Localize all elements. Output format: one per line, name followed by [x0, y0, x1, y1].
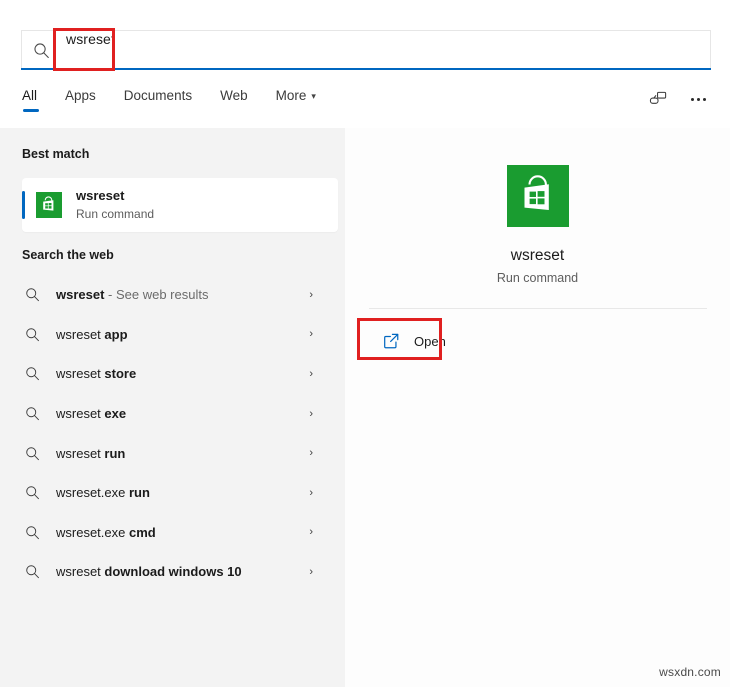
tab-web-label: Web [220, 88, 248, 103]
chevron-down-icon: ▾ [311, 91, 316, 102]
search-box-accent-underline [21, 68, 711, 70]
web-suggestion-item[interactable]: wsreset run› [0, 433, 345, 473]
tabs-right-actions [644, 85, 712, 113]
web-suggestion-prefix: wsreset [56, 564, 104, 579]
best-match-heading: Best match [0, 147, 89, 161]
microsoft-store-icon [36, 192, 62, 218]
search-icon [22, 522, 42, 542]
preview-app-subtitle: Run command [345, 271, 730, 285]
search-icon [22, 31, 60, 69]
chevron-right-icon: › [309, 289, 313, 301]
web-suggestion-suffix: run [104, 446, 125, 461]
web-suggestion-prefix: wsreset.exe [56, 485, 129, 500]
ellipsis-dots [691, 98, 706, 101]
search-input[interactable]: wsreset [60, 31, 710, 69]
app-preview: wsreset Run command [345, 128, 730, 285]
web-suggestion-suffix: download windows 10 [104, 564, 241, 579]
open-action-button[interactable]: Open [369, 324, 569, 358]
web-suggestion-prefix: wsreset [56, 366, 104, 381]
best-match-subtitle-label: Run command [76, 207, 154, 222]
windows-search-panel: wsreset All Apps Documents Web More ▾ [0, 0, 730, 687]
tab-apps-label: Apps [65, 88, 96, 103]
search-icon [22, 364, 42, 384]
web-suggestion-prefix: wsreset [56, 446, 104, 461]
preview-pane: wsreset Run command Open [345, 128, 730, 687]
web-suggestion-label: wsreset download windows 10 [56, 564, 309, 579]
feedback-icon[interactable] [644, 85, 672, 113]
tab-web[interactable]: Web [220, 86, 248, 112]
preview-app-title: wsreset [345, 247, 730, 265]
tab-apps[interactable]: Apps [65, 86, 96, 112]
best-match-title-label: wsreset [76, 188, 154, 204]
web-suggestion-label: wsreset - See web results [56, 287, 309, 302]
search-icon [22, 562, 42, 582]
chevron-right-icon: › [309, 328, 313, 340]
web-suggestion-item[interactable]: wsreset app› [0, 315, 345, 355]
open-external-icon [382, 332, 400, 350]
chevron-right-icon: › [309, 408, 313, 420]
web-suggestion-item[interactable]: wsreset.exe run› [0, 473, 345, 513]
web-suggestion-label: wsreset.exe cmd [56, 525, 309, 540]
chevron-right-icon: › [309, 487, 313, 499]
search-icon [22, 285, 42, 305]
search-the-web-heading: Search the web [0, 248, 114, 262]
web-suggestion-item[interactable]: wsreset store› [0, 354, 345, 394]
watermark: wsxdn.com [659, 665, 721, 679]
tab-documents-label: Documents [124, 88, 192, 103]
web-suggestion-label: wsreset app [56, 327, 309, 342]
web-suggestion-prefix: wsreset [56, 406, 104, 421]
search-results-pane: Best match wsreset Run command Search th… [0, 128, 345, 687]
web-suggestion-prefix: wsreset.exe [56, 525, 129, 540]
web-suggestion-item[interactable]: wsreset exe› [0, 394, 345, 434]
web-suggestion-item[interactable]: wsreset.exe cmd› [0, 513, 345, 553]
chevron-right-icon: › [309, 526, 313, 538]
web-suggestion-label: wsreset run [56, 446, 309, 461]
best-match-text: wsreset Run command [76, 188, 154, 221]
chevron-right-icon: › [309, 566, 313, 578]
web-suggestion-label: wsreset exe [56, 406, 309, 421]
search-icon [22, 404, 42, 424]
chevron-right-icon: › [309, 368, 313, 380]
web-suggestion-label: wsreset store [56, 366, 309, 381]
search-box[interactable]: wsreset [21, 30, 711, 69]
web-suggestion-suffix: cmd [129, 525, 156, 540]
search-filter-tabs: All Apps Documents Web More ▾ [22, 86, 712, 124]
web-suggestion-label: wsreset.exe run [56, 485, 309, 500]
web-suggestion-suffix: app [104, 327, 127, 342]
web-suggestion-suffix: store [104, 366, 136, 381]
web-suggestion-prefix: wsreset [56, 327, 104, 342]
microsoft-store-icon [507, 165, 569, 227]
search-icon [22, 483, 42, 503]
web-suggestion-item[interactable]: wsreset - See web results› [0, 275, 345, 315]
web-suggestion-prefix: wsreset [56, 287, 104, 302]
tab-all-label: All [22, 88, 37, 103]
tab-more-label: More [276, 88, 307, 103]
web-suggestion-item[interactable]: wsreset download windows 10› [0, 552, 345, 592]
tab-documents[interactable]: Documents [124, 86, 192, 112]
web-suggestions-list: wsreset - See web results›wsreset app›ws… [0, 275, 345, 592]
web-suggestion-suffix: run [129, 485, 150, 500]
tab-all[interactable]: All [22, 86, 37, 112]
search-icon [22, 443, 42, 463]
more-options-icon[interactable] [684, 85, 712, 113]
open-action-label: Open [414, 334, 446, 349]
tab-more[interactable]: More ▾ [276, 86, 316, 112]
best-match-result-wsreset[interactable]: wsreset Run command [22, 178, 338, 232]
preview-divider [369, 308, 707, 309]
search-icon [22, 324, 42, 344]
web-suggestion-suffix: exe [104, 406, 126, 421]
web-suggestion-suffix: - See web results [104, 287, 208, 302]
chevron-right-icon: › [309, 447, 313, 459]
